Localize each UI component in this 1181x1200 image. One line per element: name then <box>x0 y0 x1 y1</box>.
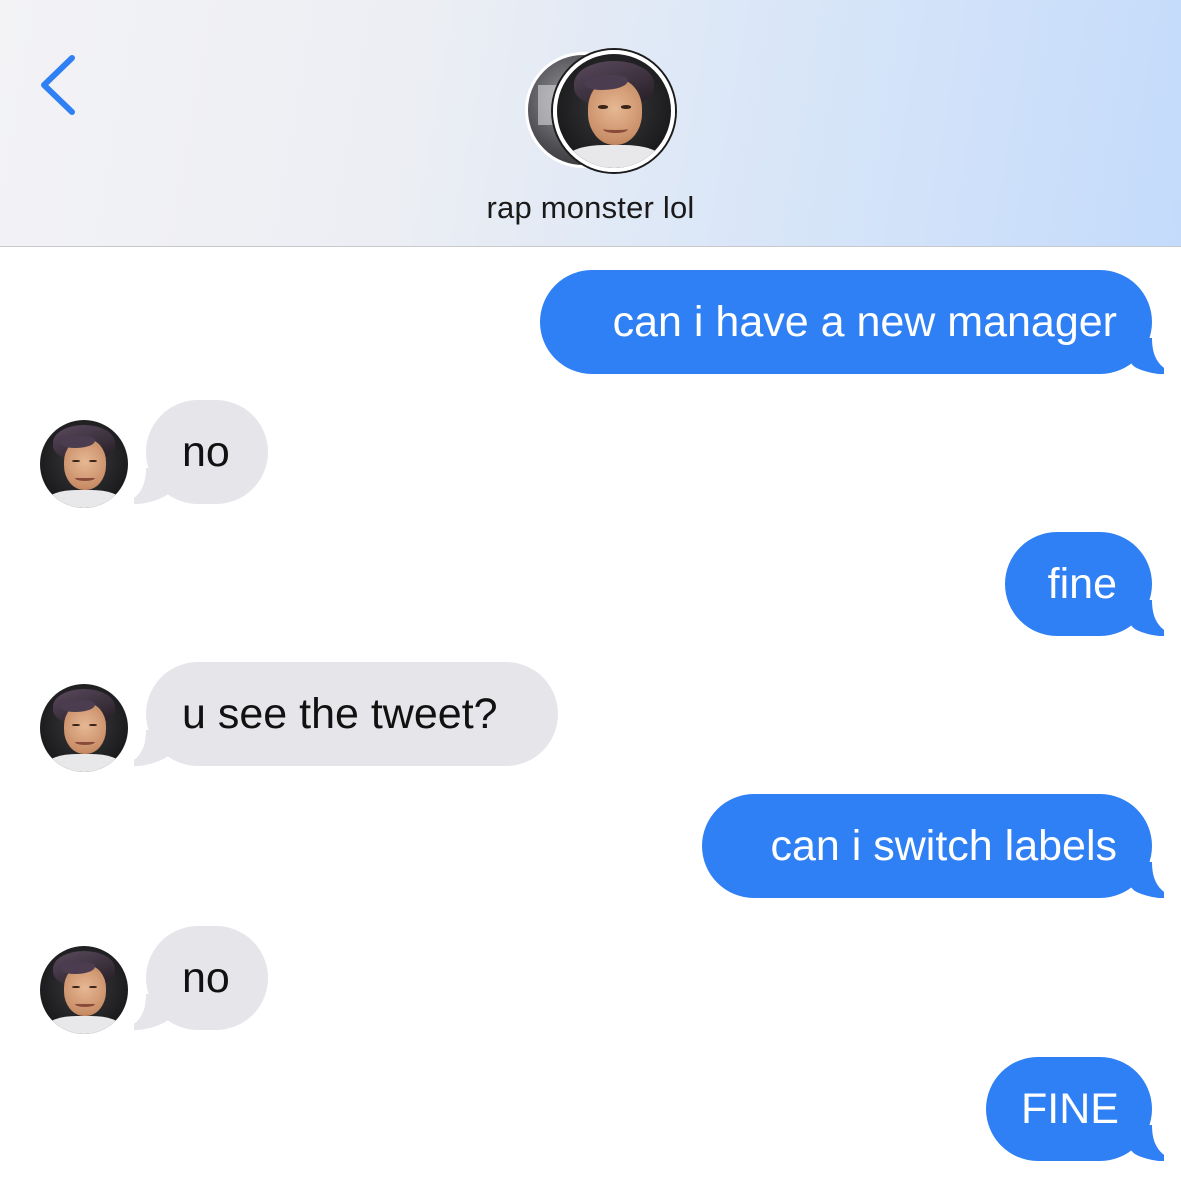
chevron-left-icon <box>41 55 75 115</box>
message-text: can i have a new manager <box>612 298 1117 346</box>
conversation-header: rap monster lol <box>0 0 1181 247</box>
message-text: no <box>182 954 230 1002</box>
received-message-bubble[interactable]: no <box>146 400 268 504</box>
sent-message-bubble[interactable]: fine <box>1005 532 1152 636</box>
sender-avatar[interactable] <box>40 684 128 772</box>
message-text: FINE <box>1021 1085 1119 1133</box>
contact-avatar <box>553 50 675 172</box>
contact-avatar-group[interactable] <box>525 50 677 172</box>
contact-name[interactable]: rap monster lol <box>0 190 1181 226</box>
sent-message-bubble[interactable]: can i have a new manager <box>540 270 1152 374</box>
message-text: u see the tweet? <box>182 690 498 738</box>
message-text: can i switch labels <box>770 822 1117 870</box>
sent-message-bubble[interactable]: can i switch labels <box>702 794 1152 898</box>
back-button[interactable] <box>30 50 90 120</box>
sender-avatar[interactable] <box>40 420 128 508</box>
sender-avatar[interactable] <box>40 946 128 1034</box>
received-message-bubble[interactable]: u see the tweet? <box>146 662 558 766</box>
sent-message-bubble[interactable]: FINE <box>986 1057 1152 1161</box>
message-text: no <box>182 428 230 476</box>
received-message-bubble[interactable]: no <box>146 926 268 1030</box>
message-text: fine <box>1047 560 1117 608</box>
